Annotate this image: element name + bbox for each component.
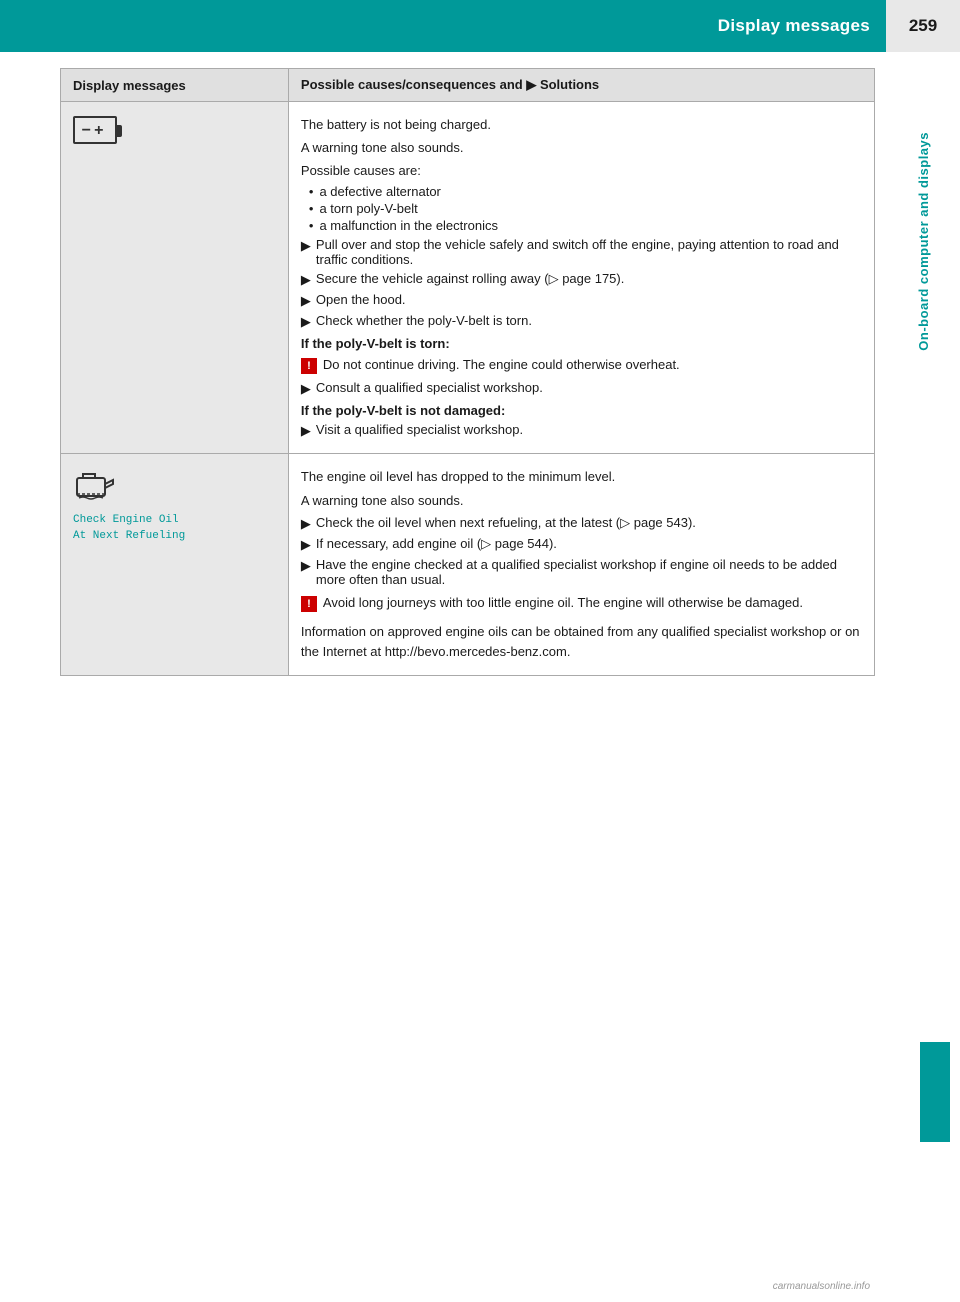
arrow-item: ▶ Have the engine checked at a qualified… bbox=[301, 557, 862, 587]
oil-display-cell: Check Engine OilAt Next Refueling bbox=[61, 454, 289, 676]
arrow-symbol: ▶ bbox=[301, 238, 311, 254]
arrow-text: Check whether the poly-V-belt is torn. bbox=[316, 313, 532, 328]
arrow-item: ▶ Open the hood. bbox=[301, 292, 862, 309]
check-engine-label: Check Engine OilAt Next Refueling bbox=[73, 513, 276, 544]
arrow-symbol: ▶ bbox=[301, 516, 311, 532]
table-row: Check Engine OilAt Next Refueling The en… bbox=[61, 454, 875, 676]
oil-icon-wrapper bbox=[73, 468, 276, 507]
sidebar-label: On-board computer and displays bbox=[886, 132, 960, 363]
arrow-text: Check the oil level when next refueling,… bbox=[316, 515, 696, 531]
right-sidebar: On-board computer and displays bbox=[886, 52, 960, 1302]
bold-heading: If the poly-V-belt is torn: bbox=[301, 336, 862, 351]
arrow-item: ▶ Secure the vehicle against rolling awa… bbox=[301, 271, 862, 288]
battery-causes-cell: The battery is not being charged. A warn… bbox=[288, 102, 874, 454]
arrow-item: ▶ Check the oil level when next refuelin… bbox=[301, 515, 862, 532]
warning-text: Do not continue driving. The engine coul… bbox=[323, 357, 680, 372]
battery-line-1: The battery is not being charged. bbox=[301, 115, 862, 135]
header-bar: Display messages bbox=[0, 0, 960, 52]
oil-can-icon bbox=[73, 468, 117, 504]
table-row: − + The battery is not being charged. A … bbox=[61, 102, 875, 454]
bullet-item: • a malfunction in the electronics bbox=[301, 218, 862, 233]
col-header-display: Display messages bbox=[61, 69, 289, 102]
battery-display-cell: − + bbox=[61, 102, 289, 454]
arrow-text: Secure the vehicle against rolling away … bbox=[316, 271, 624, 287]
sidebar-color-block bbox=[920, 1042, 950, 1142]
bullet-symbol: • bbox=[309, 201, 314, 216]
warning-item: ! Avoid long journeys with too little en… bbox=[301, 593, 862, 614]
watermark: carmanualsonline.info bbox=[773, 1281, 870, 1292]
arrow-item: ▶ Check whether the poly-V-belt is torn. bbox=[301, 313, 862, 330]
oil-line-2: A warning tone also sounds. bbox=[301, 491, 862, 511]
arrow-symbol: ▶ bbox=[301, 293, 311, 309]
bullet-text: a torn poly-V-belt bbox=[319, 201, 417, 216]
col-header-causes: Possible causes/consequences and ▶ Solut… bbox=[288, 69, 874, 102]
oil-causes-cell: The engine oil level has dropped to the … bbox=[288, 454, 874, 676]
display-messages-table: Display messages Possible causes/consequ… bbox=[60, 68, 875, 676]
page-number: 259 bbox=[886, 0, 960, 52]
warning-icon: ! bbox=[301, 596, 317, 612]
main-content: Display messages Possible causes/consequ… bbox=[60, 68, 875, 1242]
arrow-symbol: ▶ bbox=[301, 272, 311, 288]
warning-item: ! Do not continue driving. The engine co… bbox=[301, 355, 862, 376]
arrow-item: ▶ Consult a qualified specialist worksho… bbox=[301, 380, 862, 397]
arrow-item: ▶ Pull over and stop the vehicle safely … bbox=[301, 237, 862, 267]
bullet-text: a malfunction in the electronics bbox=[319, 218, 497, 233]
bullet-item: • a torn poly-V-belt bbox=[301, 201, 862, 216]
bullet-symbol: • bbox=[309, 218, 314, 233]
arrow-text: Pull over and stop the vehicle safely an… bbox=[316, 237, 862, 267]
arrow-symbol: ▶ bbox=[301, 537, 311, 553]
arrow-symbol: ▶ bbox=[301, 558, 311, 574]
bullet-item: • a defective alternator bbox=[301, 184, 862, 199]
arrow-text: If necessary, add engine oil (▷ page 544… bbox=[316, 536, 557, 552]
arrow-item: ▶ Visit a qualified specialist workshop. bbox=[301, 422, 862, 439]
battery-line-3: Possible causes are: bbox=[301, 161, 862, 181]
sidebar-chapter-label: On-board computer and displays bbox=[916, 132, 931, 351]
oil-line-1: The engine oil level has dropped to the … bbox=[301, 467, 862, 487]
arrow-item: ▶ If necessary, add engine oil (▷ page 5… bbox=[301, 536, 862, 553]
arrow-symbol: ▶ bbox=[301, 423, 311, 439]
warning-icon: ! bbox=[301, 358, 317, 374]
bullet-symbol: • bbox=[309, 184, 314, 199]
arrow-text: Have the engine checked at a qualified s… bbox=[316, 557, 862, 587]
warning-text: Avoid long journeys with too little engi… bbox=[323, 595, 803, 610]
arrow-text: Consult a qualified specialist workshop. bbox=[316, 380, 543, 395]
arrow-symbol: ▶ bbox=[301, 314, 311, 330]
arrow-text: Open the hood. bbox=[316, 292, 406, 307]
battery-icon: − + bbox=[73, 116, 117, 144]
oil-info-line: Information on approved engine oils can … bbox=[301, 622, 862, 662]
battery-line-2: A warning tone also sounds. bbox=[301, 138, 862, 158]
arrow-symbol: ▶ bbox=[301, 381, 311, 397]
arrow-text: Visit a qualified specialist workshop. bbox=[316, 422, 523, 437]
header-title: Display messages bbox=[718, 16, 870, 36]
bold-heading: If the poly-V-belt is not damaged: bbox=[301, 403, 862, 418]
bullet-text: a defective alternator bbox=[319, 184, 440, 199]
